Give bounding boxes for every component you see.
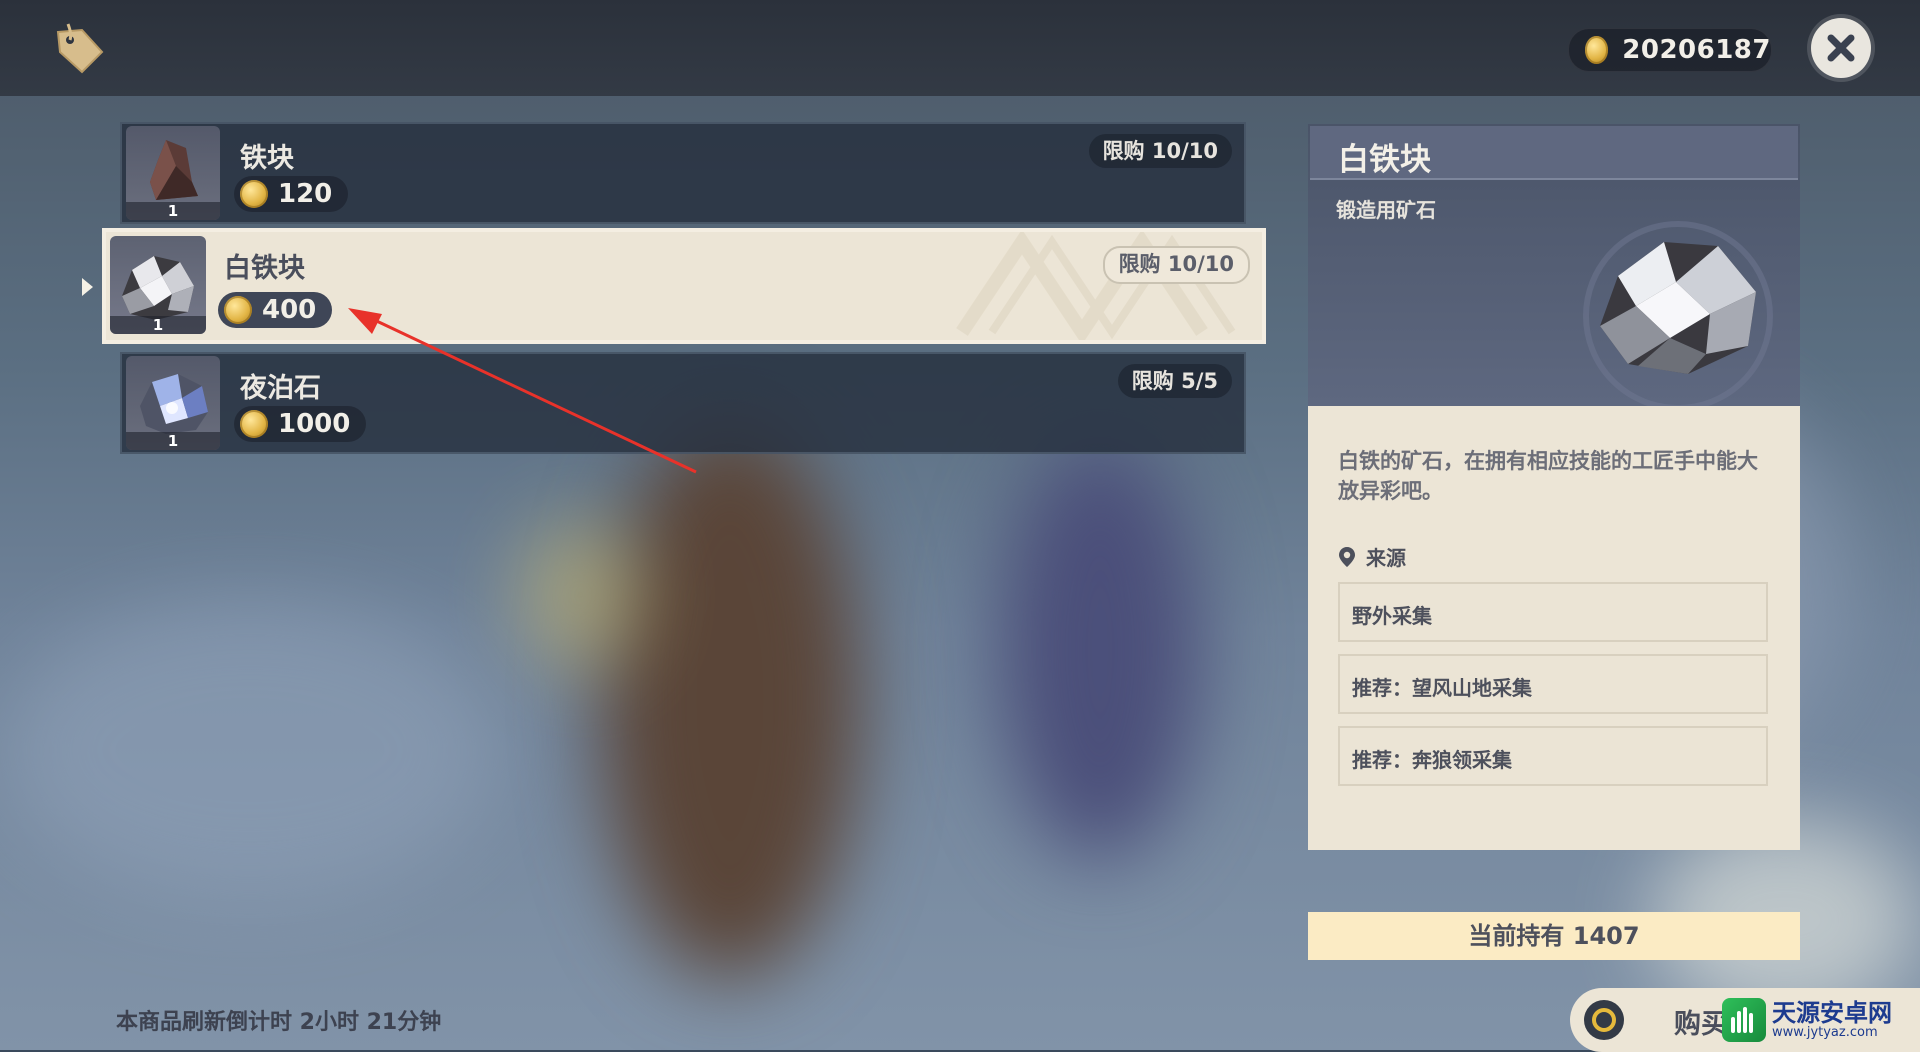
item-name: 白铁块 [224,253,305,284]
coin-icon [1585,36,1609,64]
location-pin-icon [1339,546,1355,567]
source-label-text: 来源 [1366,546,1406,570]
item-quantity: 1 [126,202,220,220]
coin-icon [240,180,268,208]
purchase-limit-badge: 限购 10/10 [1102,246,1250,284]
confirm-ring-icon [1584,1000,1624,1040]
detail-title: 白铁块 [1338,142,1431,178]
coin-icon [240,410,268,438]
item-description: 白铁的矿石，在拥有相应技能的工匠手中能大放异彩吧。 [1338,449,1758,503]
currency-display: 20206187 [1568,28,1772,72]
item-name: 夜泊石 [240,373,321,404]
source-option-label: 推荐：望风山地采集 [1352,676,1532,700]
item-price: 400 [218,292,333,328]
close-button[interactable] [1811,18,1871,78]
buy-button-label: 购买 [1674,1009,1728,1040]
selection-pointer-icon [82,278,93,296]
white-iron-chunk-icon [1583,221,1773,406]
source-option[interactable]: 推荐：望风山地采集 [1338,654,1768,714]
detail-title-bar: 白铁块 [1310,126,1798,180]
site-watermark: 天源安卓网 www.jytyaz.com [1722,998,1892,1042]
shop-item-iron-chunk[interactable]: 1 铁块 120 限购 10/10 [120,122,1246,224]
watermark-name: 天源安卓网 [1772,999,1892,1027]
purchase-limit-badge: 限购 10/10 [1088,134,1232,168]
source-option[interactable]: 野外采集 [1338,582,1768,642]
item-quantity: 1 [126,432,220,450]
price-value: 120 [278,179,333,209]
iron-chunk-icon: 1 [126,126,220,220]
shop-tag-icon [48,20,108,76]
close-icon [1827,34,1855,62]
source-option[interactable]: 推荐：奔狼领采集 [1338,726,1768,786]
item-name: 铁块 [240,143,294,174]
source-option-label: 野外采集 [1352,604,1432,628]
source-option-label: 推荐：奔狼领采集 [1352,748,1512,772]
watermark-url: www.jytyaz.com [1772,1025,1878,1040]
noctilucous-jade-icon: 1 [126,356,220,450]
item-quantity: 1 [110,316,206,334]
white-iron-chunk-icon: 1 [110,236,206,334]
detail-body: 白铁的矿石，在拥有相应技能的工匠手中能大放异彩吧。 来源 野外采集 推荐：望风山… [1308,406,1800,850]
watermark-logo-icon [1722,998,1766,1042]
coin-icon [224,296,252,324]
annotation-arrow-icon [348,308,697,474]
item-price: 120 [234,176,349,212]
source-heading: 来源 [1338,542,1406,571]
item-detail-panel: 白铁块 锻造用矿石 白铁的矿石，在拥有相应技能的工匠手中能大放异彩吧。 来源 野… [1308,124,1800,850]
purchase-limit-badge: 限购 5/5 [1117,364,1232,398]
detail-item-type: 锻造用矿石 [1336,198,1436,222]
refresh-countdown: 本商品刷新倒计时 2小时 21分钟 [116,1010,442,1035]
detail-header: 白铁块 锻造用矿石 [1308,124,1800,406]
price-value: 400 [262,295,317,325]
current-holding: 当前持有 1407 [1308,912,1800,960]
currency-value: 20206187 [1622,35,1771,65]
